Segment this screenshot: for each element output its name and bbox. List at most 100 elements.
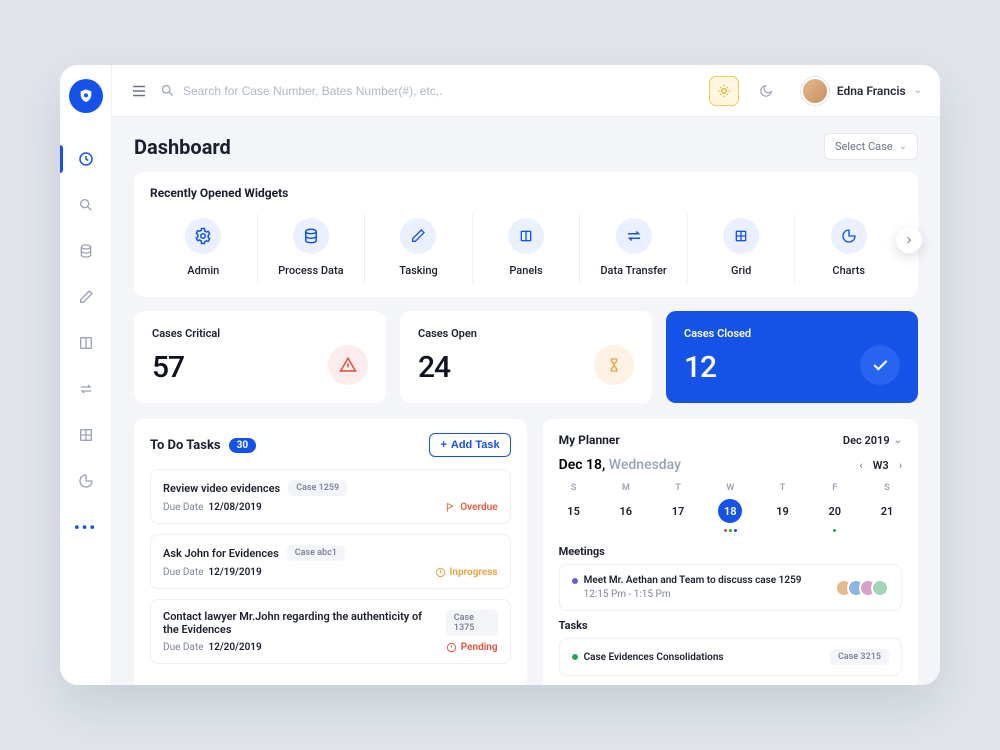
theme-light-button[interactable] bbox=[709, 76, 739, 106]
cal-day[interactable]: 21 bbox=[875, 499, 899, 523]
prev-week[interactable]: ‹ bbox=[859, 459, 862, 472]
nav-dashboard[interactable] bbox=[60, 139, 112, 179]
stat-value: 57 bbox=[152, 350, 220, 385]
transfer-icon bbox=[616, 218, 652, 254]
nav-grid[interactable] bbox=[60, 415, 112, 455]
widget-process-data[interactable]: Process Data bbox=[258, 214, 366, 283]
chevron-down-icon: ⌄ bbox=[899, 141, 907, 152]
month-selector[interactable]: Dec 2019⌄ bbox=[843, 434, 902, 447]
main-area: Edna Francis ⌄ Dashboard Select Case ⌄ R… bbox=[112, 65, 940, 685]
add-task-button[interactable]: + Add Task bbox=[429, 433, 510, 457]
calendar-strip: S15 M16 T17 W18 T19 F20 S21 bbox=[559, 483, 902, 533]
stat-open[interactable]: Cases Open 24 bbox=[400, 311, 652, 403]
planner-tasks-title: Tasks bbox=[559, 619, 902, 632]
widgets-next-button[interactable] bbox=[896, 227, 922, 253]
widget-label: Charts bbox=[832, 264, 865, 277]
nav-search[interactable] bbox=[60, 185, 112, 225]
status-inprogress: Inprogress bbox=[435, 567, 498, 578]
widget-panels[interactable]: Panels bbox=[473, 214, 581, 283]
widget-label: Panels bbox=[509, 264, 542, 277]
widgets-row: Admin Process Data Tasking bbox=[150, 214, 902, 283]
task-title: Review video evidences bbox=[163, 482, 280, 495]
search-input[interactable] bbox=[183, 84, 697, 98]
cal-day[interactable]: 16 bbox=[614, 499, 638, 523]
nav-panels[interactable] bbox=[60, 323, 112, 363]
stat-title: Cases Closed bbox=[684, 327, 751, 340]
nav-data[interactable] bbox=[60, 231, 112, 271]
task-item[interactable]: Review video evidences Case 1259 Due Dat… bbox=[150, 469, 511, 524]
chevron-down-icon: ⌄ bbox=[914, 85, 922, 96]
chart-icon bbox=[831, 218, 867, 254]
database-icon bbox=[293, 218, 329, 254]
widget-grid[interactable]: Grid bbox=[688, 214, 796, 283]
widget-label: Grid bbox=[731, 264, 751, 277]
tasks-head: To Do Tasks 30 + Add Task bbox=[150, 433, 511, 457]
case-tag: Case 1375 bbox=[446, 610, 498, 636]
stat-value: 24 bbox=[418, 350, 477, 385]
widget-charts[interactable]: Charts bbox=[795, 214, 902, 283]
page-title: Dashboard bbox=[134, 135, 231, 159]
nav-charts[interactable] bbox=[60, 461, 112, 501]
tasks-count-badge: 30 bbox=[229, 438, 256, 453]
search-icon bbox=[160, 83, 175, 98]
meeting-time: 12:15 Pm - 1:15 Pm bbox=[584, 589, 802, 600]
cal-day[interactable]: 20 bbox=[823, 499, 847, 523]
meeting-title: Meet Mr. Aethan and Team to discuss case… bbox=[584, 575, 802, 586]
pencil-icon bbox=[400, 218, 436, 254]
widgets-card: Recently Opened Widgets Admin Process Da… bbox=[134, 172, 918, 297]
case-tag: Case 3215 bbox=[830, 649, 889, 665]
case-tag: Case abc1 bbox=[287, 545, 345, 561]
plus-icon: + bbox=[440, 439, 446, 451]
nav-transfer[interactable] bbox=[60, 369, 112, 409]
stat-title: Cases Open bbox=[418, 327, 477, 340]
select-case-label: Select Case bbox=[835, 140, 893, 153]
status-pending: Pending bbox=[446, 642, 498, 653]
stat-value: 12 bbox=[684, 350, 751, 385]
stat-closed[interactable]: Cases Closed 12 bbox=[666, 311, 918, 403]
menu-toggle-icon[interactable] bbox=[130, 82, 148, 100]
cal-day[interactable]: 19 bbox=[771, 499, 795, 523]
widget-label: Data Transfer bbox=[600, 264, 666, 277]
theme-dark-button[interactable] bbox=[751, 76, 781, 106]
avatar bbox=[871, 579, 889, 597]
widget-label: Process Data bbox=[278, 264, 343, 277]
page-header: Dashboard Select Case ⌄ bbox=[134, 133, 918, 160]
task-title: Contact lawyer Mr.John regarding the aut… bbox=[163, 610, 438, 636]
week-nav: ‹ W3 › bbox=[859, 459, 902, 472]
nav-more[interactable]: ••• bbox=[60, 507, 112, 547]
select-case-dropdown[interactable]: Select Case ⌄ bbox=[824, 133, 918, 160]
cal-day[interactable]: 17 bbox=[666, 499, 690, 523]
app-window: ••• Edna Francis ⌄ bbox=[60, 65, 940, 685]
stats-row: Cases Critical 57 Cases Open 24 bbox=[134, 311, 918, 403]
planner-task-title: Case Evidences Consolidations bbox=[584, 652, 724, 663]
nav-edit[interactable] bbox=[60, 277, 112, 317]
dot-icon bbox=[572, 654, 578, 660]
planner-date: Dec 18, Wednesday bbox=[559, 457, 681, 473]
stat-title: Cases Critical bbox=[152, 327, 220, 340]
user-name: Edna Francis bbox=[837, 84, 906, 98]
user-menu[interactable]: Edna Francis ⌄ bbox=[801, 77, 922, 105]
task-item[interactable]: Contact lawyer Mr.John regarding the aut… bbox=[150, 599, 511, 664]
tasks-title-label: To Do Tasks bbox=[150, 438, 221, 453]
planner-task-item[interactable]: Case Evidences Consolidations Case 3215 bbox=[559, 638, 902, 676]
meeting-item[interactable]: Meet Mr. Aethan and Team to discuss case… bbox=[559, 564, 902, 611]
widget-tasking[interactable]: Tasking bbox=[365, 214, 473, 283]
case-tag: Case 1259 bbox=[288, 480, 347, 496]
task-item[interactable]: Ask John for Evidences Case abc1 Due Dat… bbox=[150, 534, 511, 589]
app-logo bbox=[69, 79, 103, 113]
add-task-label: Add Task bbox=[451, 439, 500, 451]
next-week[interactable]: › bbox=[899, 459, 902, 472]
user-avatar bbox=[801, 77, 829, 105]
widget-data-transfer[interactable]: Data Transfer bbox=[580, 214, 688, 283]
cal-day-active[interactable]: 18 bbox=[718, 499, 742, 523]
cal-day[interactable]: 15 bbox=[562, 499, 586, 523]
widgets-title: Recently Opened Widgets bbox=[150, 186, 902, 200]
gear-icon bbox=[185, 218, 221, 254]
widget-admin[interactable]: Admin bbox=[150, 214, 258, 283]
lower-row: To Do Tasks 30 + Add Task Review video e… bbox=[134, 419, 918, 685]
meetings-section-title: Meetings bbox=[559, 545, 902, 558]
tasks-title: To Do Tasks 30 bbox=[150, 438, 256, 453]
task-list: Review video evidences Case 1259 Due Dat… bbox=[150, 469, 511, 669]
dot-icon bbox=[572, 578, 578, 584]
stat-critical[interactable]: Cases Critical 57 bbox=[134, 311, 386, 403]
